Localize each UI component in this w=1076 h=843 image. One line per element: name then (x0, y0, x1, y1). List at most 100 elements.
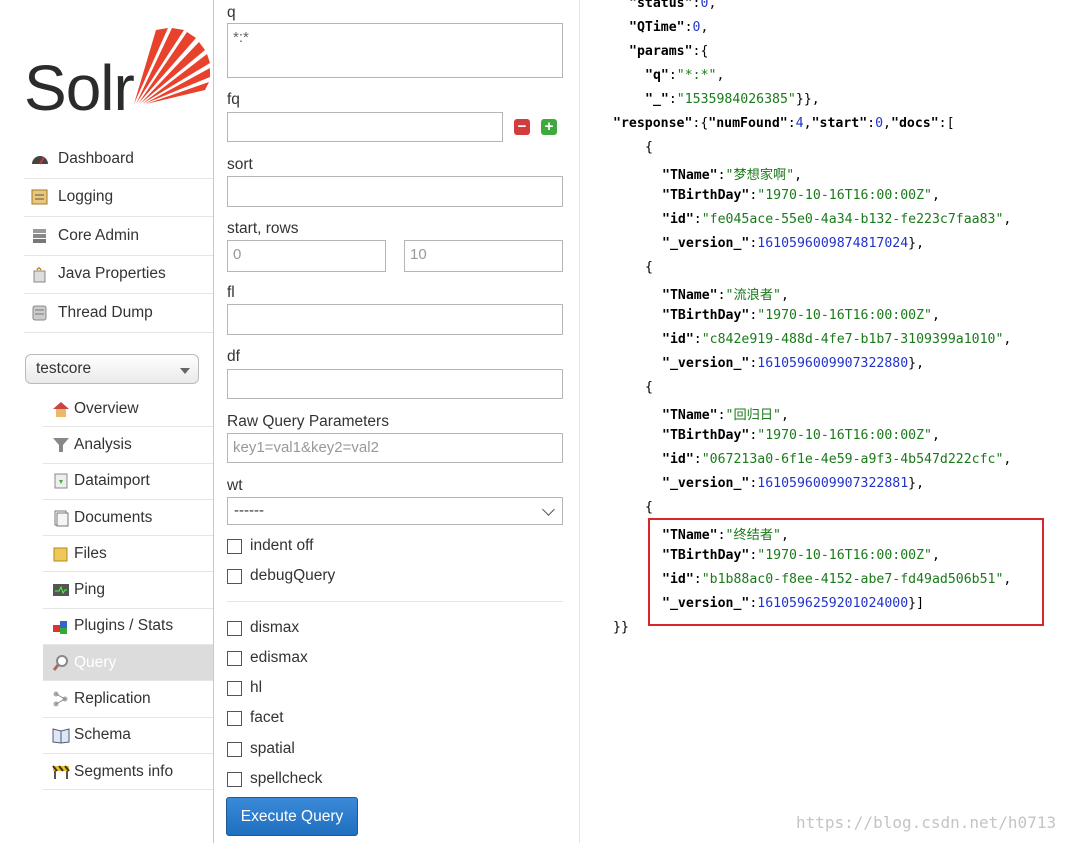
folder-icon (53, 547, 68, 562)
json-line: "QTime":0, (629, 20, 709, 35)
json-line: "q":"*:*", (645, 68, 725, 83)
fl-input[interactable] (227, 304, 563, 335)
sidebar: Solr Dashboard Logging Core Admin Java P… (0, 0, 214, 843)
json-line: "params":{ (629, 44, 709, 59)
json-line: { (645, 260, 653, 275)
wt-label: wt (227, 477, 243, 494)
edismax-checkbox[interactable]: edismax (227, 649, 308, 667)
spatial-checkbox[interactable]: spatial (227, 740, 295, 758)
sort-input[interactable] (227, 176, 563, 207)
checkbox-label: facet (250, 709, 284, 726)
core-nav-replication[interactable]: Replication (43, 681, 213, 718)
core-nav-label: Segments info (74, 762, 174, 780)
json-line: "id":"c842e919-488d-4fe7-b1b7-3109399a10… (662, 332, 1012, 347)
segments-icon (52, 764, 70, 779)
remove-fq-button[interactable]: − (514, 119, 530, 135)
ping-icon (53, 584, 69, 597)
checkbox-box[interactable] (227, 771, 242, 787)
checkbox-box[interactable] (227, 741, 242, 757)
fq-label: fq (227, 91, 240, 108)
checkbox-box[interactable] (227, 538, 242, 554)
nav-dashboard[interactable]: Dashboard (24, 140, 213, 179)
json-line: { (645, 140, 653, 155)
sort-label: sort (227, 156, 253, 173)
core-nav-label: Files (74, 544, 107, 562)
checkbox-box[interactable] (227, 710, 242, 726)
q-textarea[interactable]: *:* (227, 23, 563, 78)
nav-label: Dashboard (58, 149, 134, 167)
raw-params-input[interactable]: key1=val1&key2=val2 (227, 433, 563, 463)
facet-checkbox[interactable]: facet (227, 709, 284, 727)
nav-label: Logging (58, 188, 114, 206)
core-nav-label: Schema (74, 726, 131, 744)
wt-select-value: ------ (234, 502, 264, 519)
core-nav-label: Analysis (74, 435, 132, 453)
core-nav-label: Overview (74, 399, 139, 417)
core-nav-dataimport[interactable]: Dataimport (43, 464, 213, 500)
core-nav-files[interactable]: Files (43, 536, 213, 573)
core-nav-label: Replication (74, 690, 151, 708)
json-line: "TName":"回归日", (662, 408, 789, 423)
rows-input[interactable]: 10 (404, 240, 563, 272)
start-input[interactable]: 0 (227, 240, 386, 272)
json-line: "id":"067213a0-6f1e-4e59-a9f3-4b547d222c… (662, 452, 1012, 467)
nav-label: Core Admin (58, 226, 139, 244)
core-nav: Overview Analysis Dataimport Documents F… (43, 391, 213, 791)
nav-logging[interactable]: Logging (24, 179, 213, 217)
thread-dump-icon (32, 305, 47, 321)
core-selector[interactable]: testcore (25, 354, 199, 384)
checkbox-box[interactable] (227, 650, 242, 666)
checkbox-box[interactable] (227, 680, 242, 696)
core-nav-analysis[interactable]: Analysis (43, 427, 213, 464)
checkbox-label: indent off (250, 537, 314, 554)
query-form: q *:* fq − + sort start, rows 0 10 fl df… (214, 0, 580, 843)
checkbox-box[interactable] (227, 568, 242, 584)
json-line: "TBirthDay":"1970-10-16T16:00:00Z", (662, 308, 940, 323)
fq-input[interactable] (227, 112, 503, 142)
core-nav-label: Plugins / Stats (74, 617, 174, 635)
watermark: https://blog.csdn.net/h0713 (796, 813, 1057, 832)
core-admin-icon (33, 228, 46, 243)
core-nav-overview[interactable]: Overview (43, 391, 213, 428)
solr-logo[interactable]: Solr (24, 26, 210, 120)
add-fq-button[interactable]: + (541, 119, 557, 135)
replication-icon (53, 691, 68, 707)
checkbox-label: debugQuery (250, 567, 336, 584)
indent-checkbox[interactable]: indent off (227, 537, 314, 555)
core-nav-documents[interactable]: Documents (43, 500, 213, 537)
chevron-down-icon (542, 503, 555, 516)
debugquery-checkbox[interactable]: debugQuery (227, 567, 335, 585)
nav-thread-dump[interactable]: Thread Dump (24, 294, 213, 333)
core-nav-segments-info[interactable]: Segments info (43, 754, 213, 791)
json-line: "TBirthDay":"1970-10-16T16:00:00Z", (662, 428, 940, 443)
json-line: { (645, 500, 653, 515)
df-input[interactable] (227, 369, 563, 399)
hl-checkbox[interactable]: hl (227, 679, 262, 697)
execute-query-button[interactable]: Execute Query (226, 797, 358, 836)
core-nav-schema[interactable]: Schema (43, 718, 213, 754)
main-nav: Dashboard Logging Core Admin Java Proper… (24, 140, 213, 333)
highlight-box (648, 518, 1044, 626)
checkbox-label: edismax (250, 649, 308, 666)
json-line: "_version_":1610596009907322881}, (662, 476, 925, 491)
dataimport-icon (54, 473, 68, 489)
nav-java-properties[interactable]: Java Properties (24, 256, 213, 294)
funnel-icon (53, 437, 69, 452)
core-nav-plugins-stats[interactable]: Plugins / Stats (43, 609, 213, 646)
logo-text: Solr (24, 52, 135, 124)
checkbox-label: spatial (250, 740, 295, 757)
checkbox-label: hl (250, 679, 263, 696)
json-line: "status":0, (629, 0, 717, 11)
wt-select[interactable]: ------ (227, 497, 563, 525)
json-line: { (645, 380, 653, 395)
nav-core-admin[interactable]: Core Admin (24, 217, 213, 256)
core-nav-label: Documents (74, 508, 153, 526)
spellcheck-checkbox[interactable]: spellcheck (227, 770, 322, 788)
dismax-checkbox[interactable]: dismax (227, 619, 299, 637)
plugins-icon (53, 621, 67, 635)
checkbox-box[interactable] (227, 620, 242, 636)
core-nav-query[interactable]: Query (43, 645, 213, 682)
response-panel: "status":0, "QTime":0, "params":{ "q":"*… (580, 0, 1076, 843)
documents-icon (54, 510, 69, 527)
core-nav-ping[interactable]: Ping (43, 572, 213, 609)
